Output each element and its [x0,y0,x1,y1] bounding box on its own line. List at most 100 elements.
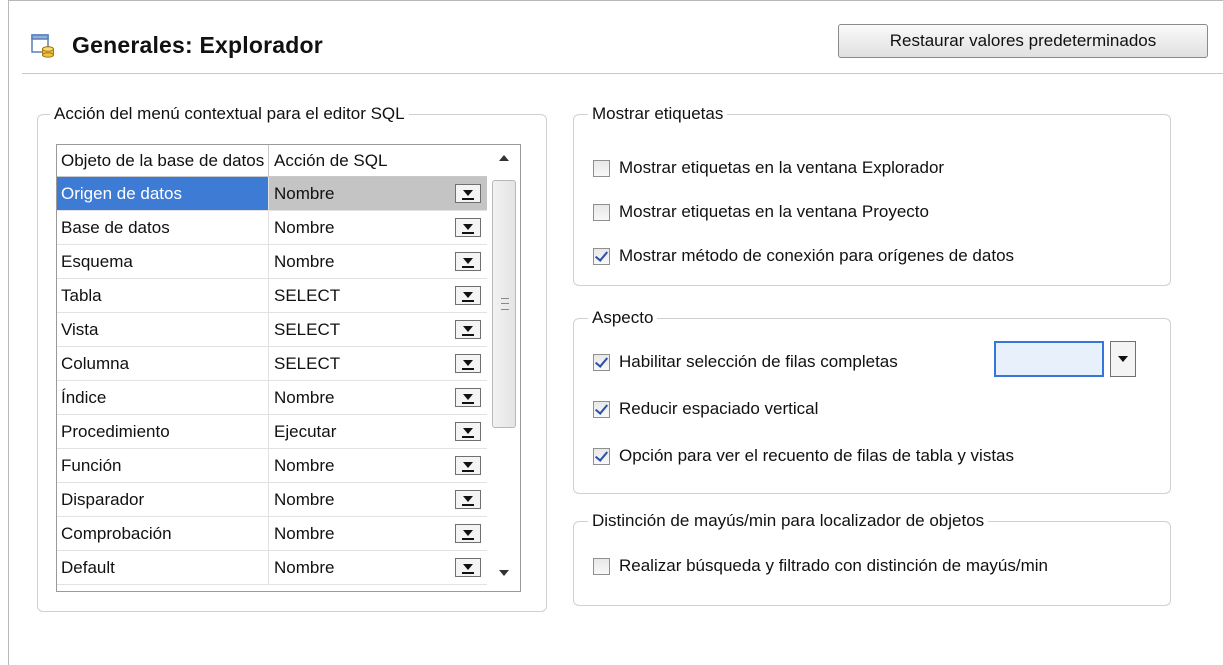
selection-color-picker[interactable] [994,341,1140,379]
table-row[interactable]: Comprobación Nombre [57,517,487,551]
page-header: Generales: Explorador [30,30,323,60]
action-cell[interactable]: Nombre [269,449,487,482]
row-count-checkbox[interactable] [593,447,610,465]
object-cell[interactable]: Comprobación [57,517,269,550]
chevron-down-icon[interactable] [455,320,481,339]
action-cell[interactable]: SELECT [269,313,487,346]
grip-icon [501,298,509,310]
show-tags-project-checkbox[interactable] [593,203,610,221]
action-cell[interactable]: Nombre [269,245,487,278]
table-row[interactable]: Vista SELECT [57,313,487,347]
show-tags-group-legend: Mostrar etiquetas [588,104,728,124]
chevron-down-icon[interactable] [455,354,481,373]
table-row[interactable]: Esquema Nombre [57,245,487,279]
object-cell[interactable]: Procedimiento [57,415,269,448]
show-connection-method-option[interactable]: Mostrar método de conexión para orígenes… [593,246,1014,266]
scroll-up-icon[interactable] [499,155,509,161]
restore-defaults-button[interactable]: Restaurar valores predeterminados [838,24,1208,58]
scrollbar-thumb[interactable] [492,180,516,428]
table-row[interactable]: Disparador Nombre [57,483,487,517]
chevron-down-icon[interactable] [455,252,481,271]
column-header-object[interactable]: Objeto de la base de datos [57,145,269,176]
action-cell[interactable]: Nombre [269,517,487,550]
object-cell[interactable]: Esquema [57,245,269,278]
table-row[interactable]: Tabla SELECT [57,279,487,313]
reduce-spacing-label: Reducir espaciado vertical [619,399,819,418]
action-value: Nombre [274,184,335,203]
chevron-down-icon[interactable] [455,184,481,203]
chevron-down-icon[interactable] [455,388,481,407]
header-divider [22,73,1223,74]
object-cell[interactable]: Vista [57,313,269,346]
column-header-action[interactable]: Acción de SQL [269,145,487,176]
sql-action-table: Objeto de la base de datos Acción de SQL… [56,144,521,592]
table-row[interactable]: Columna SELECT [57,347,487,381]
table-body: Origen de datos Nombre Base de datos Nom… [57,177,487,585]
action-value: Nombre [274,218,335,237]
action-value: SELECT [274,286,341,305]
action-value: Nombre [274,558,335,577]
sql-action-group-legend: Acción del menú contextual para el edito… [50,104,409,124]
case-sensitive-search-checkbox[interactable] [593,557,610,575]
action-cell[interactable]: SELECT [269,279,487,312]
action-cell[interactable]: Ejecutar [269,415,487,448]
action-cell[interactable]: Nombre [269,211,487,244]
show-tags-project-option[interactable]: Mostrar etiquetas en la ventana Proyecto [593,202,929,222]
table-header: Objeto de la base de datos Acción de SQL [57,145,487,177]
page-title: Generales: Explorador [72,31,323,58]
row-count-option[interactable]: Opción para ver el recuento de filas de … [593,446,1014,466]
show-tags-explorer-label: Mostrar etiquetas en la ventana Explorad… [619,158,945,177]
table-row[interactable]: Default Nombre [57,551,487,585]
action-cell[interactable]: Nombre [269,483,487,516]
show-tags-explorer-option[interactable]: Mostrar etiquetas en la ventana Explorad… [593,158,944,178]
table-scrollbar[interactable] [489,145,519,591]
scroll-down-icon[interactable] [499,570,509,576]
action-cell[interactable]: Nombre [269,551,487,584]
object-cell[interactable]: Función [57,449,269,482]
table-row[interactable]: Índice Nombre [57,381,487,415]
chevron-down-icon[interactable] [455,524,481,543]
chevron-down-icon[interactable] [455,218,481,237]
object-cell[interactable]: Columna [57,347,269,380]
case-sensitive-search-option[interactable]: Realizar búsqueda y filtrado con distinc… [593,556,1048,576]
show-tags-explorer-checkbox[interactable] [593,159,610,177]
action-value: Ejecutar [274,422,337,441]
object-cell[interactable]: Default [57,551,269,584]
chevron-down-icon[interactable] [455,286,481,305]
chevron-down-icon[interactable] [1110,341,1136,377]
explorer-settings-icon [30,32,56,58]
full-row-select-option[interactable]: Habilitar selección de filas completas [593,352,898,372]
action-value: SELECT [274,354,341,373]
full-row-select-label: Habilitar selección de filas completas [619,352,898,371]
selection-color-swatch[interactable] [994,341,1104,377]
action-cell[interactable]: Nombre [269,177,487,210]
case-sensitive-search-label: Realizar búsqueda y filtrado con distinc… [619,556,1049,575]
appearance-group-legend: Aspecto [588,308,658,328]
action-value: Nombre [274,456,335,475]
object-cell[interactable]: Disparador [57,483,269,516]
table-row[interactable]: Función Nombre [57,449,487,483]
chevron-down-icon[interactable] [455,490,481,509]
show-connection-method-checkbox[interactable] [593,247,610,265]
object-cell[interactable]: Índice [57,381,269,414]
reduce-spacing-checkbox[interactable] [593,400,610,418]
show-connection-method-label: Mostrar método de conexión para orígenes… [619,246,1015,265]
object-cell[interactable]: Tabla [57,279,269,312]
object-cell[interactable]: Base de datos [57,211,269,244]
chevron-down-icon[interactable] [455,422,481,441]
table-row[interactable]: Procedimiento Ejecutar [57,415,487,449]
action-value: Nombre [274,490,335,509]
action-cell[interactable]: Nombre [269,381,487,414]
table-row[interactable]: Origen de datos Nombre [57,177,487,211]
action-cell[interactable]: SELECT [269,347,487,380]
show-tags-project-label: Mostrar etiquetas en la ventana Proyecto [619,202,929,221]
chevron-down-icon[interactable] [455,558,481,577]
row-count-label: Opción para ver el recuento de filas de … [619,446,1014,465]
reduce-spacing-option[interactable]: Reducir espaciado vertical [593,399,818,419]
full-row-select-checkbox[interactable] [593,353,610,371]
table-row[interactable]: Base de datos Nombre [57,211,487,245]
chevron-down-icon[interactable] [455,456,481,475]
action-value: SELECT [274,320,341,339]
action-value: Nombre [274,388,335,407]
object-cell[interactable]: Origen de datos [57,177,269,210]
